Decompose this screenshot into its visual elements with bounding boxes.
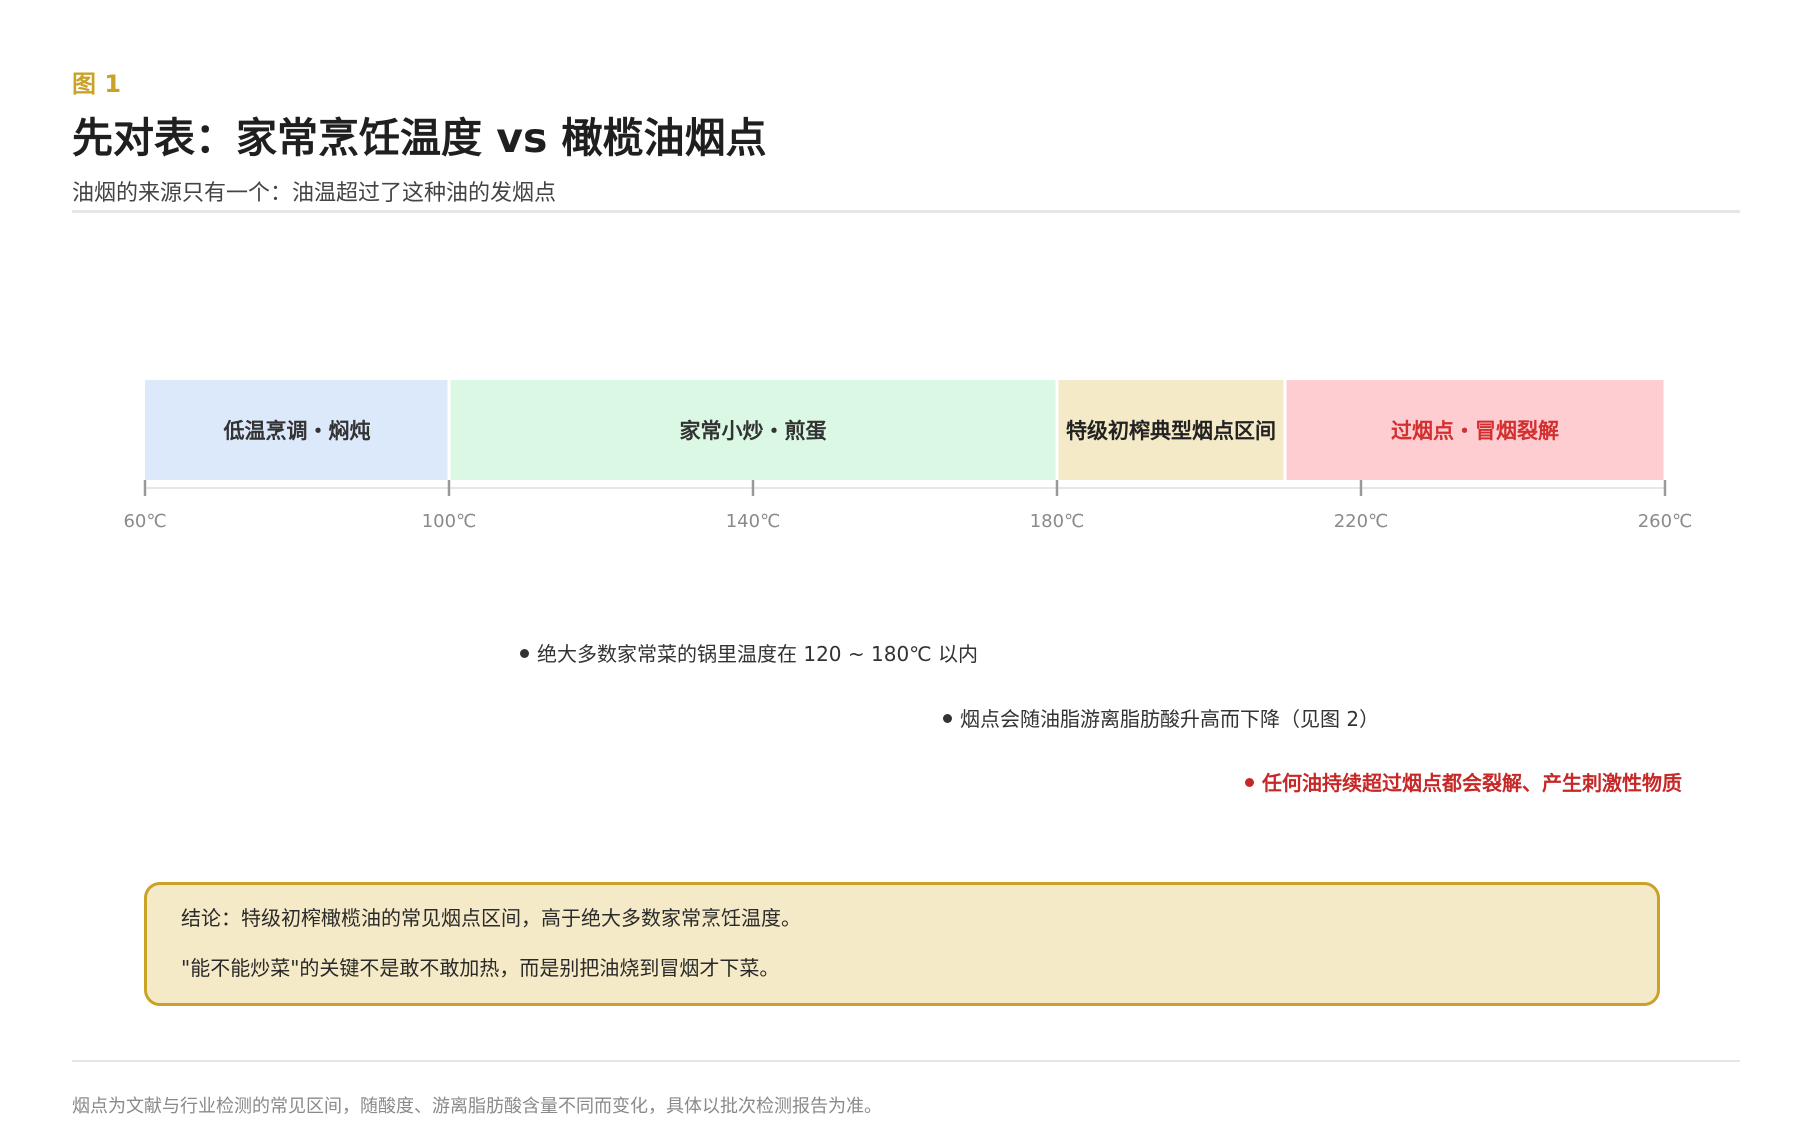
- axis-tick-label-5: 260℃: [1638, 511, 1693, 532]
- annotation-text: 烟点会随油脂游离脂肪酸升高而下降（见图 2）: [960, 707, 1380, 731]
- footer-divider: [72, 1060, 1740, 1062]
- annotation-home-cooking: 绝大多数家常菜的锅里温度在 120 ~ 180℃ 以内: [520, 638, 978, 667]
- annotation-text: 绝大多数家常菜的锅里温度在 120 ~ 180℃ 以内: [537, 642, 978, 666]
- axis-tick-label-2: 140℃: [726, 511, 781, 532]
- axis-tick-label-0: 60℃: [123, 511, 166, 532]
- page-subtitle: 油烟的来源只有一个：油温超过了这种油的发烟点: [72, 181, 557, 206]
- conclusion-box: 结论：特级初榨橄榄油的常见烟点区间，高于绝大多数家常烹饪温度。 "能不能炒菜"的…: [144, 882, 1660, 1006]
- bullet-dot: [520, 649, 529, 658]
- bullet-dot: [943, 714, 952, 723]
- temperature-scale: 低温烹调・焖炖 家常小炒・煎蛋 特级初榨典型烟点区间 过烟点・冒烟裂解 60℃ 100℃ 1…: [123, 380, 1693, 532]
- page-title: 先对表：家常烹饪温度 vs 橄榄油烟点: [72, 114, 767, 162]
- annotation-ffa: 烟点会随油脂游离脂肪酸升高而下降（见图 2）: [943, 703, 1379, 732]
- band-label-1: 家常小炒・煎蛋: [680, 419, 827, 443]
- footnote: 烟点为文献与行业检测的常见区间，随酸度、游离脂肪酸含量不同而变化，具体以批次检测…: [72, 1096, 882, 1117]
- band-label-2: 特级初榨典型烟点区间: [1066, 419, 1276, 443]
- header-divider: [72, 210, 1740, 213]
- band-label-3: 过烟点・冒烟裂解: [1391, 419, 1559, 443]
- annotation-warning: 任何油持续超过烟点都会裂解、产生刺激性物质: [1245, 767, 1682, 796]
- axis-tick-label-3: 180℃: [1030, 511, 1085, 532]
- axis-tick-label-4: 220℃: [1334, 511, 1389, 532]
- annotation-text: 任何油持续超过烟点都会裂解、产生刺激性物质: [1262, 771, 1682, 795]
- conclusion-line-1: 结论：特级初榨橄榄油的常见烟点区间，高于绝大多数家常烹饪温度。: [181, 906, 801, 930]
- axis-tick-label-1: 100℃: [422, 511, 477, 532]
- conclusion-line-2: "能不能炒菜"的关键不是敢不敢加热，而是别把油烧到冒烟才下菜。: [181, 956, 780, 980]
- band-label-0: 低温烹调・焖炖: [223, 419, 371, 443]
- bullet-dot: [1245, 778, 1254, 787]
- figure-label: 图 1: [72, 70, 122, 98]
